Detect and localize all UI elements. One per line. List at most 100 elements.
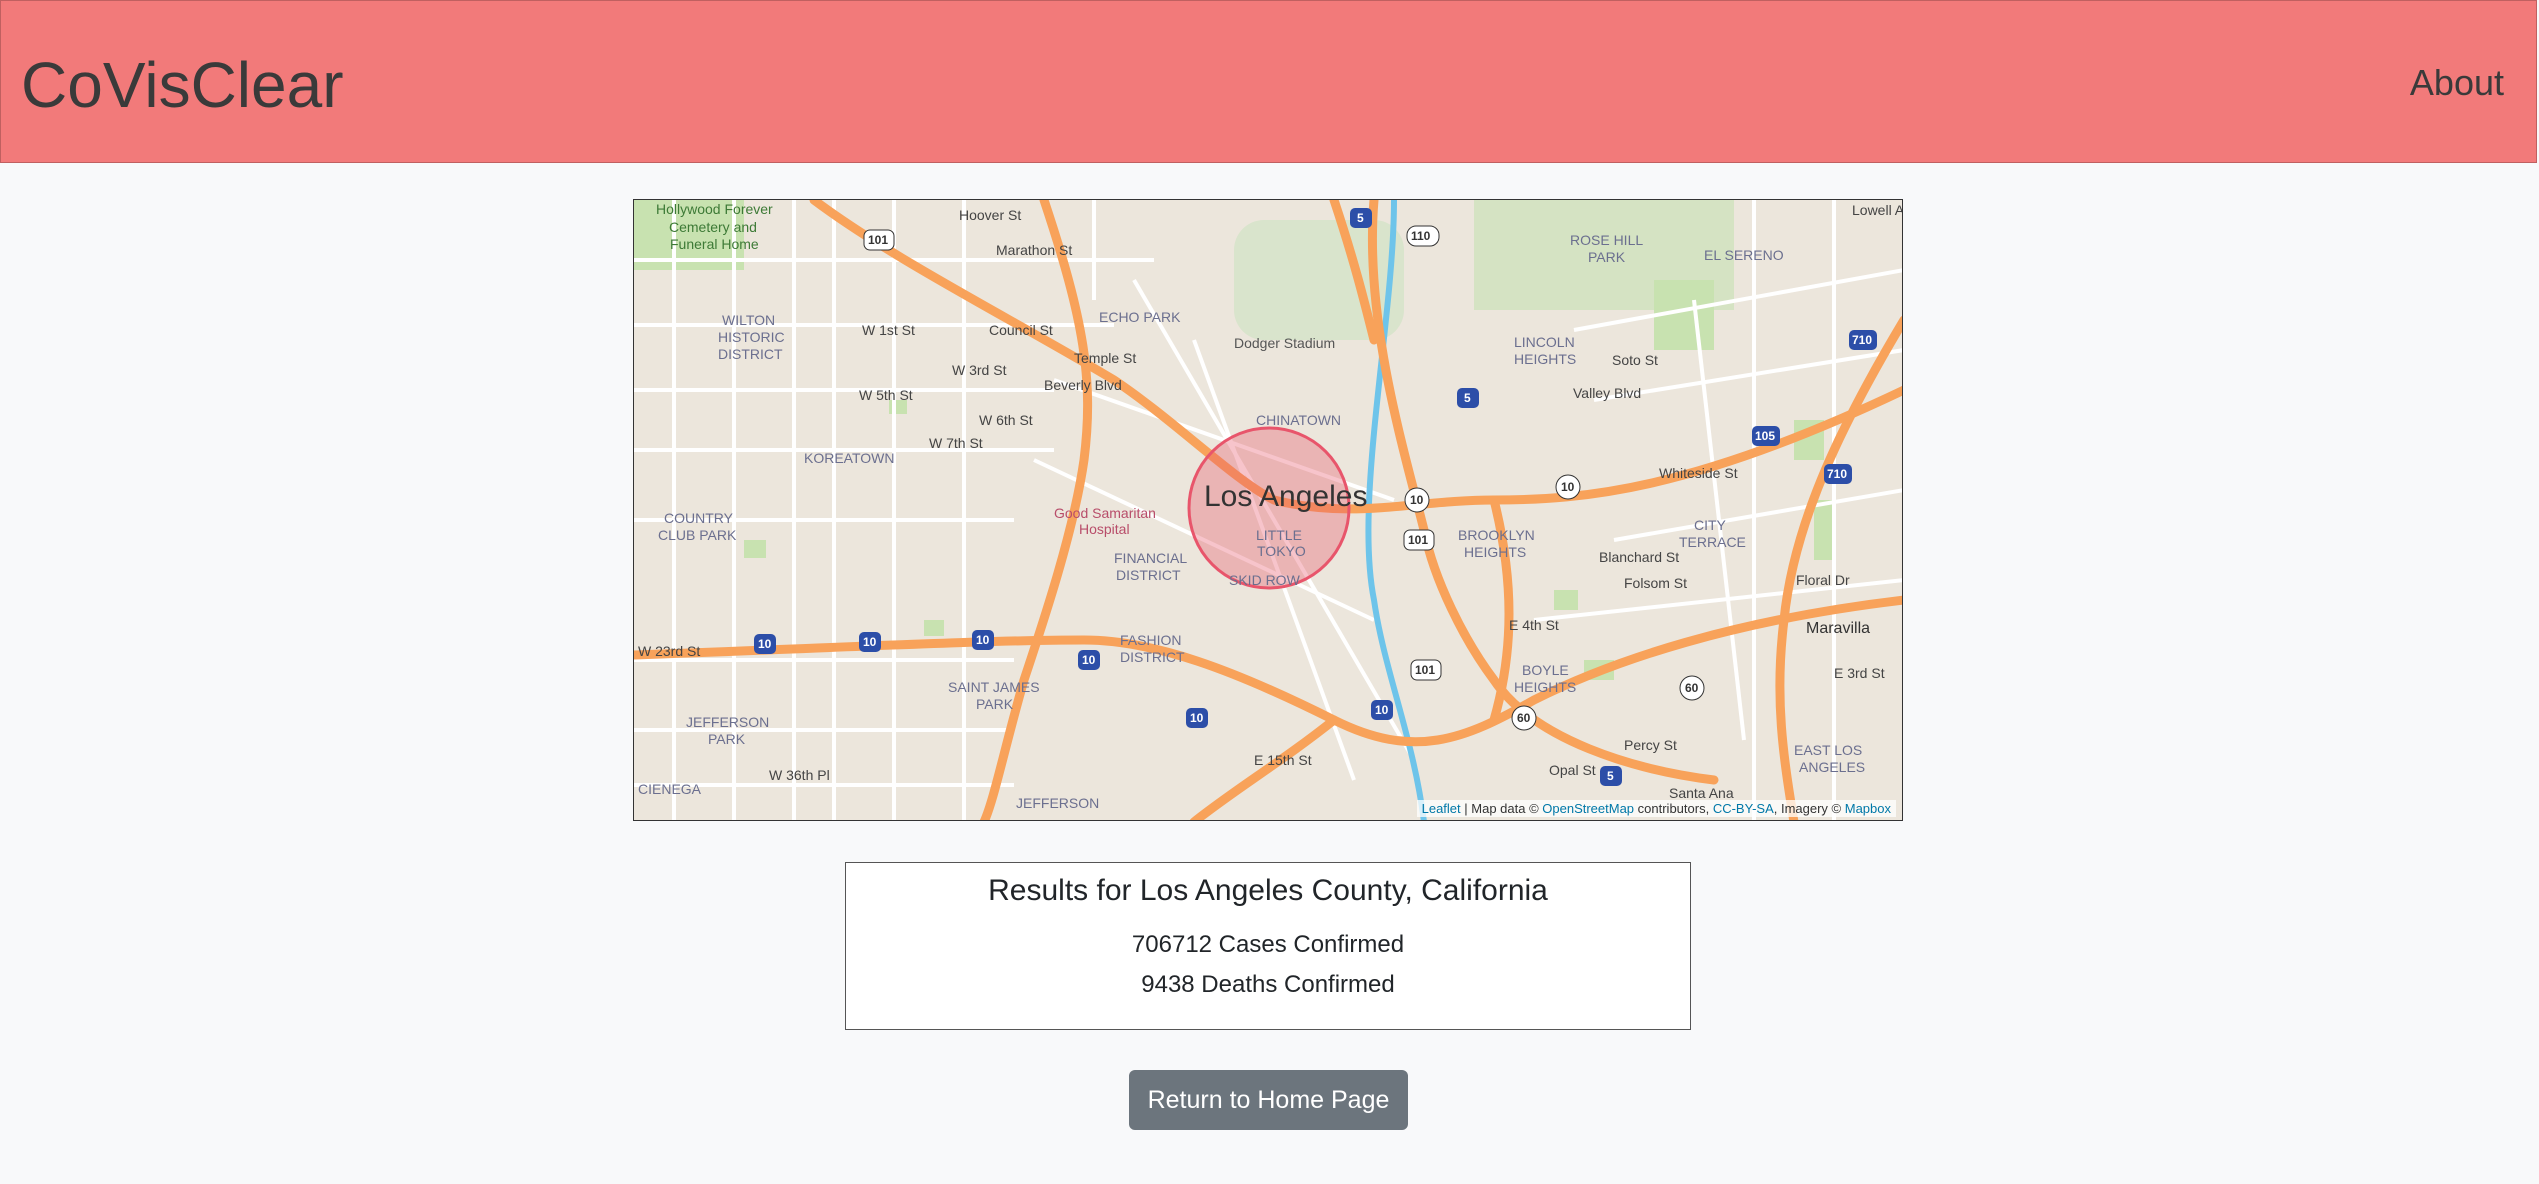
svg-text:60: 60 bbox=[1517, 711, 1531, 725]
street-label: W 36th Pl bbox=[769, 767, 830, 783]
place-label: SAINT JAMES bbox=[948, 679, 1040, 695]
us-shield: 101 bbox=[1410, 659, 1442, 681]
street-label: Hoover St bbox=[959, 207, 1021, 223]
street-label: Beverly Blvd bbox=[1044, 377, 1122, 393]
brand-link[interactable]: CoVisClear bbox=[21, 47, 344, 123]
place-label: Hollywood Forever bbox=[656, 201, 773, 217]
street-label: W 6th St bbox=[979, 412, 1033, 428]
place-label: ANGELES bbox=[1799, 759, 1865, 775]
place-label: EL SERENO bbox=[1704, 247, 1784, 263]
results-title: Results for Los Angeles County, Californ… bbox=[988, 874, 1548, 907]
cases-count: 706712 Cases Confirmed bbox=[1131, 931, 1405, 958]
ca-shield: 60 bbox=[1679, 675, 1705, 701]
map-canvas[interactable]: Los Angeles Hollywood Forever Cemetery a… bbox=[634, 200, 1903, 821]
svg-text:5: 5 bbox=[1464, 391, 1471, 405]
street-label: Percy St bbox=[1624, 737, 1677, 753]
place-label: CHINATOWN bbox=[1256, 412, 1341, 428]
interstate-shield: 105 bbox=[1752, 426, 1780, 446]
interstate-shield: 710 bbox=[1824, 464, 1852, 484]
svg-text:10: 10 bbox=[1082, 653, 1096, 667]
license-link[interactable]: CC-BY-SA bbox=[1713, 801, 1774, 816]
place-label: Maravilla bbox=[1806, 620, 1870, 637]
street-label: Santa Ana bbox=[1669, 785, 1734, 801]
mapbox-link[interactable]: Mapbox bbox=[1845, 801, 1891, 816]
place-label: ECHO PARK bbox=[1099, 309, 1181, 325]
street-label: Blanchard St bbox=[1599, 549, 1679, 565]
leaflet-link[interactable]: Leaflet bbox=[1422, 801, 1461, 816]
us-shield: 101 bbox=[1403, 529, 1435, 551]
svg-text:10: 10 bbox=[863, 635, 877, 649]
svg-text:10: 10 bbox=[1375, 703, 1389, 717]
city-label: Los Angeles bbox=[1204, 480, 1367, 513]
street-label: W 5th St bbox=[859, 387, 913, 403]
place-label: CIENEGA bbox=[638, 781, 702, 797]
interstate-shield: 5 bbox=[1600, 766, 1622, 786]
place-label: KOREATOWN bbox=[804, 450, 895, 466]
deaths-count: 9438 Deaths Confirmed bbox=[1141, 971, 1395, 998]
place-label: DISTRICT bbox=[1116, 567, 1181, 583]
place-label: FINANCIAL bbox=[1114, 550, 1187, 566]
svg-text:110: 110 bbox=[1411, 229, 1431, 243]
place-label: CLUB PARK bbox=[658, 527, 737, 543]
street-label: E 3rd St bbox=[1834, 665, 1885, 681]
place-label: HEIGHTS bbox=[1514, 351, 1576, 367]
interstate-shield: 10 bbox=[754, 634, 776, 654]
place-label: Dodger Stadium bbox=[1234, 335, 1335, 351]
place-label: LINCOLN bbox=[1514, 334, 1575, 350]
svg-text:10: 10 bbox=[1410, 493, 1424, 507]
svg-text:101: 101 bbox=[1408, 533, 1428, 547]
navbar: CoVisClear About bbox=[0, 0, 2537, 163]
place-label: Cemetery and bbox=[669, 219, 757, 235]
svg-text:710: 710 bbox=[1827, 467, 1847, 481]
street-label: W 1st St bbox=[862, 322, 915, 338]
street-label: W 7th St bbox=[929, 435, 983, 451]
place-label: HEIGHTS bbox=[1464, 544, 1526, 560]
street-label: Valley Blvd bbox=[1573, 385, 1641, 401]
interstate-shield: 10 bbox=[1186, 708, 1208, 728]
svg-text:10: 10 bbox=[1190, 711, 1204, 725]
about-link[interactable]: About bbox=[2410, 61, 2504, 105]
svg-text:105: 105 bbox=[1755, 429, 1775, 443]
svg-text:101: 101 bbox=[1415, 663, 1435, 677]
place-label: BOYLE bbox=[1522, 662, 1569, 678]
place-label: EAST LOS bbox=[1794, 742, 1862, 758]
street-label: Folsom St bbox=[1624, 575, 1687, 591]
us-shield: 101 bbox=[863, 229, 895, 251]
results-card: Results for Los Angeles County, Californ… bbox=[845, 862, 1691, 1030]
street-label: W 23rd St bbox=[638, 643, 700, 659]
street-label: Opal St bbox=[1549, 762, 1596, 778]
map-attribution: Leaflet | Map data © OpenStreetMap contr… bbox=[1416, 800, 1896, 817]
street-label: E 4th St bbox=[1509, 617, 1559, 633]
place-label: TERRACE bbox=[1679, 534, 1746, 550]
interstate-shield: 10 bbox=[859, 632, 881, 652]
attribution-text: | Map data © bbox=[1460, 801, 1543, 816]
svg-text:710: 710 bbox=[1852, 333, 1872, 347]
attribution-text: , Imagery © bbox=[1773, 801, 1845, 816]
place-label: PARK bbox=[708, 731, 746, 747]
ca-shield: 10 bbox=[1404, 487, 1430, 513]
street-label: Temple St bbox=[1074, 350, 1136, 366]
svg-text:10: 10 bbox=[976, 633, 990, 647]
map-view[interactable]: Los Angeles Hollywood Forever Cemetery a… bbox=[633, 199, 1903, 821]
street-label: W 3rd St bbox=[952, 362, 1007, 378]
interstate-shield: 10 bbox=[1078, 650, 1100, 670]
return-home-button[interactable]: Return to Home Page bbox=[1129, 1070, 1408, 1130]
street-label: Council St bbox=[989, 322, 1053, 338]
osm-link[interactable]: OpenStreetMap bbox=[1542, 801, 1634, 816]
interstate-shield: 5 bbox=[1457, 388, 1479, 408]
street-label: Floral Dr bbox=[1796, 572, 1850, 588]
ca-shield: 60 bbox=[1511, 705, 1537, 731]
interstate-shield: 5 bbox=[1350, 208, 1372, 228]
place-label: Funeral Home bbox=[670, 236, 759, 252]
interstate-shield: 10 bbox=[1371, 700, 1393, 720]
street-label: Whiteside St bbox=[1659, 465, 1738, 481]
ca-shield: 110 bbox=[1406, 225, 1440, 247]
interstate-shield: 10 bbox=[972, 630, 994, 650]
street-label: Lowell Ave bbox=[1852, 202, 1903, 218]
place-label: Hospital bbox=[1079, 521, 1130, 537]
place-label: HEIGHTS bbox=[1514, 679, 1576, 695]
place-label: HISTORIC bbox=[718, 329, 785, 345]
place-label: PARK bbox=[976, 696, 1014, 712]
street-label: Marathon St bbox=[996, 242, 1072, 258]
svg-text:60: 60 bbox=[1685, 681, 1699, 695]
